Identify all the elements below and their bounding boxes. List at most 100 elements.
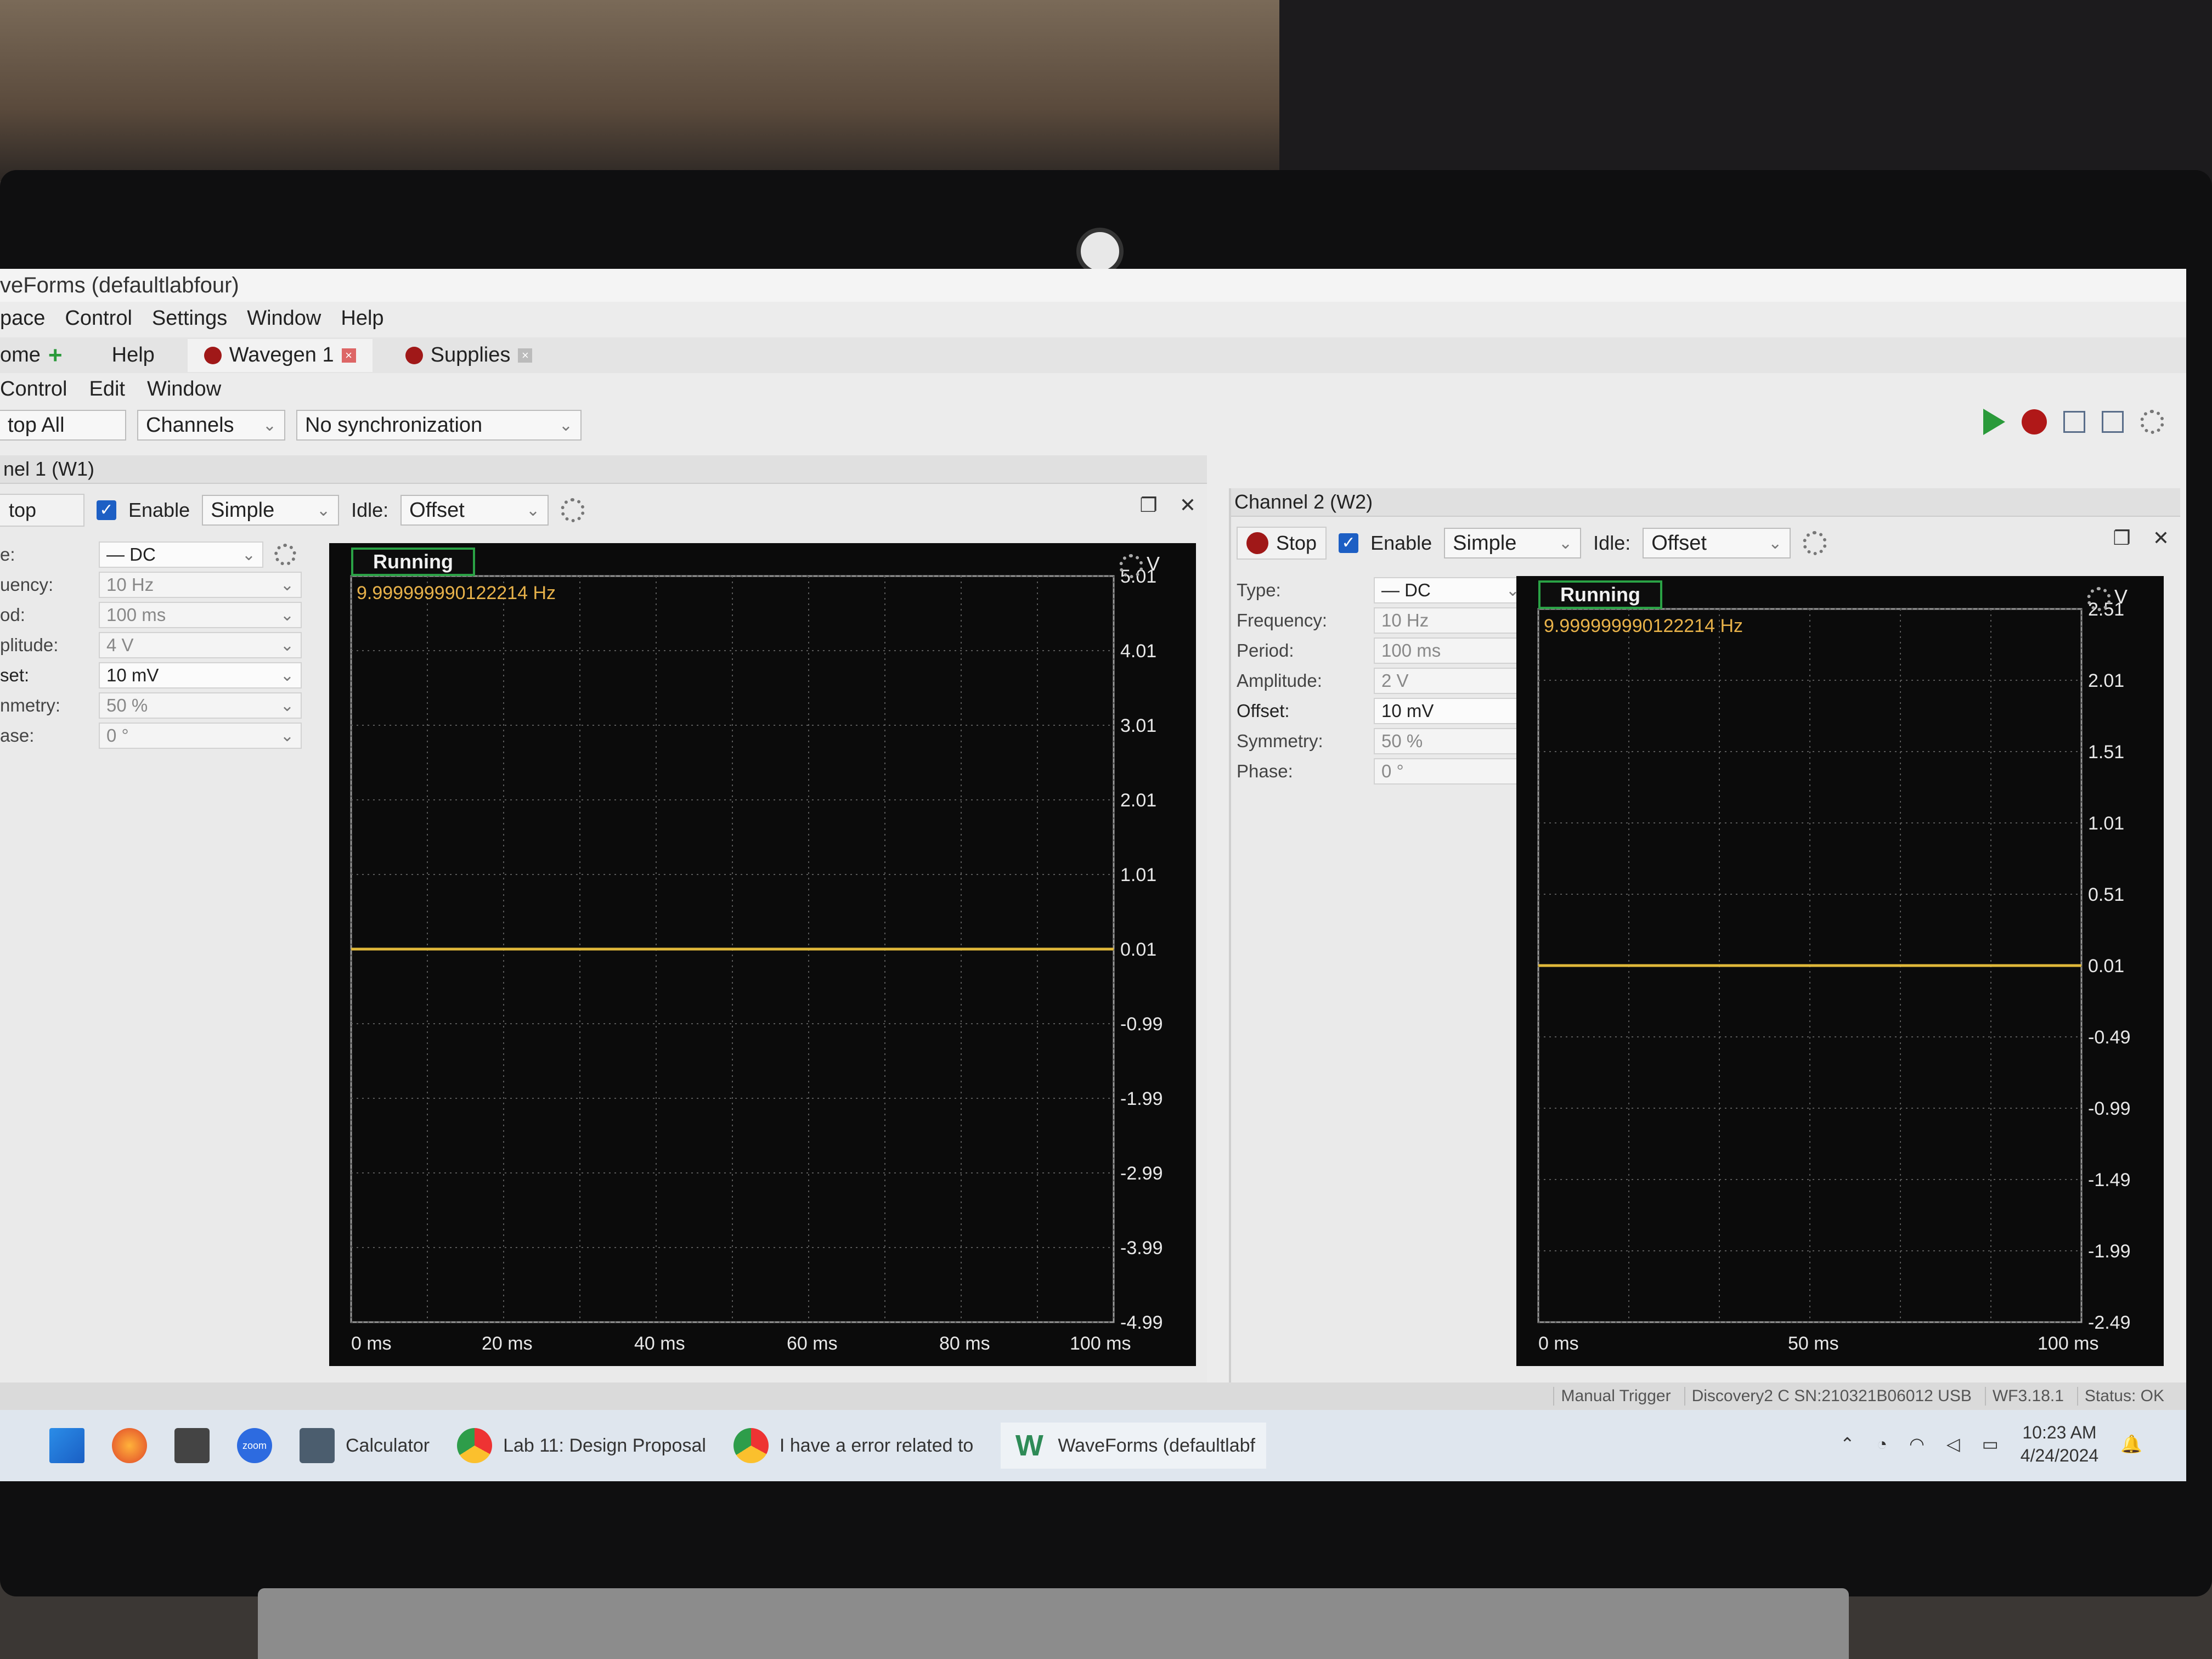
zoom-icon: zoom <box>237 1428 272 1463</box>
start-button[interactable] <box>49 1428 84 1463</box>
close-tab-icon[interactable]: × <box>518 348 533 363</box>
close-icon[interactable]: ✕ <box>2153 527 2169 550</box>
menu-window[interactable]: Window <box>247 307 321 330</box>
gear-icon[interactable] <box>274 544 296 566</box>
menu-settings[interactable]: Settings <box>152 307 227 330</box>
network-icon[interactable]: ◔ <box>1877 1434 1887 1454</box>
type-dropdown[interactable]: — DC ⌄ <box>1374 577 1527 603</box>
tab-home[interactable]: ome + <box>0 339 79 372</box>
notification-bell-icon[interactable]: 🔔 <box>2120 1434 2142 1454</box>
gear-icon[interactable] <box>1119 554 1143 578</box>
y-tick-label: 2.01 <box>2088 670 2124 691</box>
run-icon[interactable] <box>1983 409 2005 435</box>
tab-home-label: ome <box>0 343 41 366</box>
prop-label: e: <box>0 544 15 565</box>
taskbar-chrome-lab[interactable]: Lab 11: Design Proposal <box>457 1428 706 1463</box>
channel1-enable-label: Enable <box>128 499 190 521</box>
undock-icon[interactable]: ❐ <box>2113 527 2131 550</box>
taskbar-label: Lab 11: Design Proposal <box>503 1435 706 1456</box>
channel1-stop-button[interactable]: top <box>0 494 84 527</box>
menu-workspace[interactable]: pace <box>0 307 45 330</box>
type-dropdown[interactable]: — DC ⌄ <box>99 541 263 568</box>
status-bar: Manual Trigger Discovery2 C SN:210321B06… <box>0 1383 2186 1410</box>
battery-icon[interactable]: ▭ <box>1982 1434 1999 1454</box>
chevron-down-icon: ⌄ <box>558 416 573 435</box>
stop-icon[interactable] <box>2022 409 2047 435</box>
layout-stack-icon[interactable] <box>2063 411 2085 433</box>
sync-dropdown[interactable]: No synchronization ⌄ <box>296 410 582 441</box>
add-tab-icon[interactable]: + <box>48 342 63 369</box>
gear-icon[interactable] <box>2087 587 2111 611</box>
prop-label: Type: <box>1237 580 1281 600</box>
channel1-prop-phase: ase: 0 ° ⌄ <box>0 721 307 750</box>
prop-value: 4 V <box>106 635 134 655</box>
version-info: WF3.18.1 <box>1984 1387 2064 1406</box>
taskbar-chrome-error[interactable]: I have a error related to <box>733 1428 973 1463</box>
channel1-enable-checkbox[interactable]: ✓ <box>97 500 116 520</box>
taskbar-calculator[interactable]: Calculator <box>300 1428 430 1463</box>
frequency-field[interactable]: 10 Hz ⌄ <box>99 572 302 598</box>
channel2-mode-dropdown[interactable]: Simple ⌄ <box>1444 528 1582 558</box>
supplies-status-icon <box>405 346 423 364</box>
gear-icon[interactable] <box>1803 531 1827 555</box>
undock-icon[interactable]: ❐ <box>1140 494 1158 517</box>
taskbar-waveforms[interactable]: W WaveForms (defaultlabf <box>1001 1423 1266 1469</box>
taskbar-zoom[interactable]: zoom <box>237 1428 272 1463</box>
y-tick-label: 1.51 <box>2088 742 2124 763</box>
device-info[interactable]: Discovery2 C SN:210321B06012 USB <box>1684 1387 1972 1406</box>
submenu-control[interactable]: Control <box>0 377 67 401</box>
taskbar-label: Calculator <box>346 1435 430 1456</box>
period-field[interactable]: 100 ms ⌄ <box>99 602 302 628</box>
channel2-enable-checkbox[interactable]: ✓ <box>1339 533 1359 553</box>
gear-icon[interactable] <box>561 498 585 522</box>
channels-label: Channels <box>146 413 234 437</box>
y-tick-label: -1.49 <box>2088 1170 2131 1190</box>
menu-control[interactable]: Control <box>65 307 132 330</box>
channel2-stop-button[interactable]: Stop <box>1237 527 1327 560</box>
clock[interactable]: 10:23 AM 4/24/2024 <box>2021 1421 2098 1467</box>
channel1-prop-offset: set: 10 mV ⌄ <box>0 661 307 690</box>
taskbar-app[interactable] <box>174 1428 210 1463</box>
chevron-down-icon: ⌄ <box>316 501 331 520</box>
prop-value: 2 V <box>1381 670 1409 691</box>
taskbar-label: I have a error related to <box>779 1435 974 1456</box>
prop-label: od: <box>0 605 25 625</box>
phase-field[interactable]: 0 ° ⌄ <box>99 723 302 749</box>
amplitude-field[interactable]: 4 V ⌄ <box>99 632 302 658</box>
tab-supplies[interactable]: Supplies × <box>389 339 549 372</box>
close-tab-icon[interactable]: × <box>341 348 356 363</box>
submenu-window[interactable]: Window <box>147 377 221 401</box>
symmetry-field[interactable]: 50 % ⌄ <box>99 692 302 719</box>
submenu-edit[interactable]: Edit <box>89 377 125 401</box>
chevron-up-icon[interactable]: ⌃ <box>1840 1434 1855 1454</box>
taskbar: zoom Calculator Lab 11: Design Proposal … <box>0 1410 2186 1481</box>
tab-wavegen[interactable]: Wavegen 1 × <box>187 338 373 372</box>
stop-all-button[interactable]: top All <box>0 410 126 441</box>
status-text[interactable]: Status: OK <box>2076 1387 2164 1406</box>
channel1-idle-dropdown[interactable]: Offset ⌄ <box>400 495 549 526</box>
y-tick-label: 3.01 <box>1120 715 1156 736</box>
chevron-down-icon: ⌄ <box>241 545 256 564</box>
channels-dropdown[interactable]: Channels ⌄ <box>137 410 285 441</box>
offset-field[interactable]: 10 mV ⌄ <box>99 662 302 689</box>
taskbar-firefox[interactable] <box>112 1428 147 1463</box>
channel1-mode-dropdown[interactable]: Simple ⌄ <box>202 495 340 526</box>
gear-icon[interactable] <box>2140 410 2164 434</box>
channel2-idle-dropdown[interactable]: Offset ⌄ <box>1643 528 1791 558</box>
channel2-plot[interactable]: 2.51 2.01 1.51 1.01 0.51 0.01 -0.49 -0.99 -1.49-… <box>1516 576 2164 1366</box>
channel1-title-label: nel 1 (W1) <box>3 458 95 480</box>
wifi-icon[interactable]: ◠ <box>1909 1434 1925 1454</box>
channel2-controls: Stop ✓ Enable Simple ⌄ Idle: Offset ⌄ <box>1237 527 1827 560</box>
app-icon <box>174 1428 210 1463</box>
menu-help[interactable]: Help <box>341 307 383 330</box>
x-tick-label: 80 ms <box>939 1333 990 1354</box>
tab-help[interactable]: Help <box>95 339 171 372</box>
tab-wavegen-label: Wavegen 1 <box>229 343 334 366</box>
manual-trigger-button[interactable]: Manual Trigger <box>1553 1387 1671 1406</box>
volume-icon[interactable]: ◁ <box>1946 1434 1960 1454</box>
close-icon[interactable]: ✕ <box>1180 494 1196 517</box>
channel1-plot[interactable]: 5.01 4.01 3.01 2.01 1.01 0.01 -0.99 -1.99 -2.99-… <box>329 543 1196 1366</box>
channel1-mode-label: Simple <box>211 498 275 522</box>
layout-split-icon[interactable] <box>2102 411 2124 433</box>
chevron-down-icon: ⌄ <box>526 501 540 520</box>
